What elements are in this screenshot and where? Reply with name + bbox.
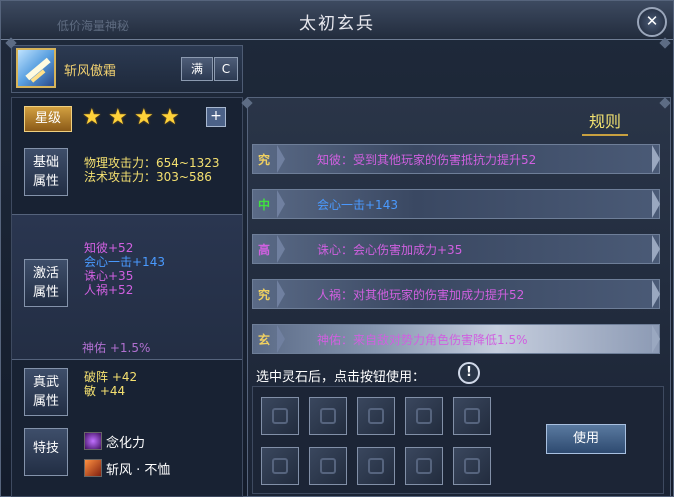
chevron-right-icon [277,235,285,263]
attribute-panel: 星级 ★ ★ ★ ★ + 基础 属性 物理攻击力：654~1323 法术攻击力：303… [11,97,243,497]
stone-slot[interactable] [261,447,299,485]
full-button[interactable]: 满 [181,57,213,81]
stone-slot[interactable] [453,397,491,435]
xuanbing-window: 低价海量神秘 太初玄兵 ✕ 斩风傲霜 满 C 星级 ★ ★ ★ ★ + 基础 属性 物… [0,0,674,497]
stone-hint: 选中灵石后，点击按钮使用： [256,370,426,385]
chevron-right-icon [277,190,285,218]
rule-bar: 究 人祸：对其他玩家的伤害加成力提升52 [252,279,660,309]
stone-slot[interactable] [261,397,299,435]
info-icon[interactable]: ! [458,362,480,384]
star-level-label: 星级 [24,106,72,132]
martial-attr-tag: 真武 属性 [24,368,68,416]
activation-stat: 会心一击+143 [84,255,165,269]
skill-tag: 特技 [24,428,68,476]
basic-attr-tag: 基础 属性 [24,148,68,196]
chevron-right-icon [277,145,285,173]
add-star-button[interactable]: + [206,107,226,127]
grade-label: 中 [258,198,271,212]
rule-bar: 究 知彼：受到其他玩家的伤害抵抗力提升52 [252,144,660,174]
rule-text: 诛心：会心伤害加成力+35 [317,243,463,257]
physical-attack: 物理攻击力：654~1323 [84,156,220,170]
weapon-header: 斩风傲霜 满 C [11,45,243,93]
activation-attr-tag: 激活 属性 [24,259,68,307]
star-icon: ★ [160,105,180,130]
activation-stat: 知彼+52 [84,241,134,255]
close-icon: ✕ [645,12,659,30]
rule-text: 知彼：受到其他玩家的伤害抵抗力提升52 [317,153,537,167]
stone-slot[interactable] [309,397,347,435]
title-bar: 低价海量神秘 太初玄兵 ✕ [1,1,673,40]
grade-label: 玄 [258,333,271,347]
stone-slot[interactable] [309,447,347,485]
stone-slot[interactable] [405,447,443,485]
stone-slot[interactable] [357,397,395,435]
grade-label: 究 [258,288,271,302]
close-button[interactable]: ✕ [637,7,667,37]
rule-text: 人祸：对其他玩家的伤害加成力提升52 [317,288,525,302]
window-title: 太初玄兵 [299,14,375,34]
skill-name: 念化力 [106,436,146,451]
stone-slot[interactable] [405,397,443,435]
shenyou-bonus: 神佑 +1.5% [82,341,151,355]
rule-text: 会心一击+143 [317,198,398,212]
agility-stat: 敏 +44 [84,384,126,398]
skill-name: 斩风 · 不恤 [106,463,171,478]
wind-slash-icon[interactable] [84,459,102,477]
rule-text: 神佑：来自敌对势力角色伤害降低1.5% [317,333,528,347]
rule-bar: 高 诛心：会心伤害加成力+35 [252,234,660,264]
weapon-name: 斩风傲霜 [64,64,117,79]
chevron-right-icon [277,280,285,308]
refresh-button[interactable]: C [214,57,238,81]
refresh-icon: C [221,62,231,76]
rules-button[interactable]: 规则 [582,110,628,136]
use-button[interactable]: 使用 [546,424,626,454]
grade-label: 高 [258,243,271,257]
pozhen-stat: 破阵 +42 [84,370,138,384]
sword-icon[interactable] [16,48,56,88]
star-icon: ★ [108,105,128,130]
stone-slot[interactable] [357,447,395,485]
chevron-right-icon [277,325,285,353]
activation-stat: 人祸+52 [84,283,134,297]
star-icon: ★ [134,105,154,130]
plus-icon: + [210,108,222,124]
magic-attack: 法术攻击力：303~586 [84,170,212,184]
rules-panel: 规则 究 知彼：受到其他玩家的伤害抵抗力提升52 中 会心一击+143 高 诛心：会心伤害… [247,97,671,497]
mind-force-icon[interactable] [84,432,102,450]
rule-bar: 玄 神佑：来自敌对势力角色伤害降低1.5% [252,324,660,354]
star-icon: ★ [82,105,102,130]
grade-label: 究 [258,153,271,167]
rule-bar: 中 会心一击+143 [252,189,660,219]
activation-stat: 诛心+35 [84,269,134,283]
stone-slot[interactable] [453,447,491,485]
